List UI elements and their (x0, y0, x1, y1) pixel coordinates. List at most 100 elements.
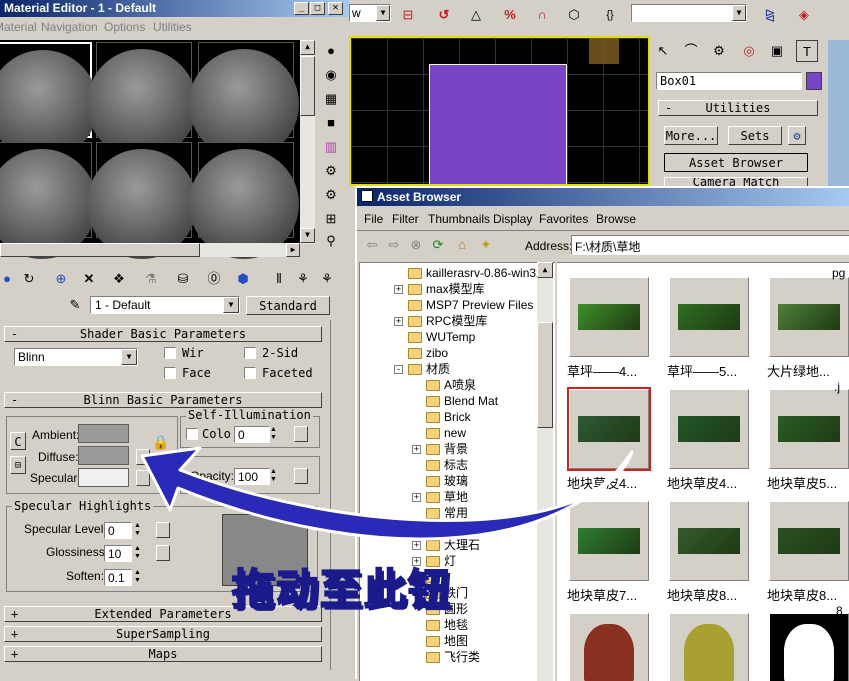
sample-slots-hscroll[interactable]: ▶ (0, 243, 300, 257)
backlight-icon[interactable]: ◉ (320, 64, 342, 86)
tree-item[interactable]: A喷泉 (426, 377, 476, 393)
configure-sets-icon[interactable]: ⚙ (788, 126, 806, 145)
utilities-tab-icon[interactable]: T (796, 40, 818, 62)
menu-browse[interactable]: Browse (596, 212, 636, 226)
faceted-checkbox[interactable] (244, 367, 256, 379)
chevron-down-icon[interactable]: ▼ (732, 5, 746, 21)
expand-icon[interactable]: + (412, 541, 421, 550)
edit-named-selection-icon[interactable]: {} (599, 4, 621, 26)
mirror-icon[interactable]: ⧎ (759, 4, 781, 26)
material-editor-title-bar[interactable]: Material Editor - 1 - Default _ □ ✕ (0, 0, 349, 17)
background-checker-icon[interactable]: ▦ (320, 88, 342, 110)
sample-uv-tiling-icon[interactable]: ■ (320, 112, 342, 134)
tree-item[interactable]: Blend Mat (426, 393, 498, 409)
asset-thumbnail[interactable] (769, 389, 849, 469)
tree-item[interactable]: zibo (408, 345, 448, 361)
asset-thumbnail[interactable] (669, 277, 749, 357)
specular-level-map-button[interactable] (156, 522, 170, 538)
tree-item[interactable]: + 背景 (412, 441, 468, 457)
sample-slot[interactable] (0, 42, 98, 160)
eyedropper-icon[interactable]: ✎ (64, 294, 86, 316)
asset-thumbnail[interactable] (769, 277, 849, 357)
sample-type-icon[interactable]: ● (320, 40, 342, 62)
chevron-down-icon[interactable]: ▼ (376, 5, 390, 21)
specular-map-button[interactable] (136, 470, 150, 486)
back-arrow-icon[interactable]: ⇦ (361, 234, 383, 256)
viewport-select-combo[interactable]: w ▼ (349, 4, 391, 22)
tree-item[interactable]: new (426, 425, 466, 441)
asset-thumbnail[interactable] (669, 501, 749, 581)
create-tab-icon[interactable]: ↖ (652, 40, 674, 62)
sample-slot[interactable] (87, 142, 197, 259)
named-selection-combo[interactable]: ▼ (631, 4, 747, 22)
forward-arrow-icon[interactable]: ⇨ (383, 234, 405, 256)
tree-item[interactable]: 玻璃 (426, 473, 468, 489)
viewport[interactable] (349, 36, 650, 186)
asset-thumbnail[interactable] (669, 389, 749, 469)
folder-tree-scrollbar[interactable]: ▲ (537, 262, 553, 681)
soften-field[interactable]: 0.1 (104, 569, 132, 586)
chevron-down-icon[interactable]: ▼ (121, 349, 137, 365)
tree-item[interactable]: 地图 (426, 633, 468, 649)
make-unique-icon[interactable]: ⚗ (140, 268, 162, 290)
self-illum-spinner[interactable]: ▲ ▼ (270, 426, 279, 443)
material-navigator-icon[interactable]: ⚲ (320, 230, 342, 252)
hierarchy-tab-icon[interactable]: ⚙ (708, 40, 730, 62)
home-icon[interactable]: ⌂ (451, 234, 473, 256)
motion-tab-icon[interactable]: ◎ (738, 40, 760, 62)
expand-icon[interactable]: + (412, 445, 421, 454)
specular-color-swatch[interactable] (78, 468, 129, 487)
maximize-button[interactable]: □ (310, 2, 325, 15)
sets-button[interactable]: Sets (728, 126, 782, 145)
sample-slot[interactable] (87, 42, 197, 159)
modify-tab-icon[interactable]: ⌒ (680, 40, 702, 62)
lock-ambient-diffuse-button[interactable]: C (10, 432, 26, 450)
tree-item[interactable]: 常用 (426, 505, 468, 521)
options-icon[interactable]: ⚙ (320, 184, 342, 206)
refresh-icon[interactable]: ⟳ (427, 234, 449, 256)
specular-level-spinner[interactable]: ▲ ▼ (134, 522, 143, 539)
display-tab-icon[interactable]: ▣ (766, 40, 788, 62)
expand-icon[interactable]: + (394, 317, 403, 326)
go-to-parent-icon[interactable]: ⚘ (292, 268, 314, 290)
self-illum-color-checkbox[interactable] (186, 428, 198, 440)
show-map-icon[interactable]: ⬢ (232, 268, 254, 290)
get-material-icon[interactable]: ● (0, 268, 18, 290)
shader-type-combo[interactable]: Blinn ▼ (14, 348, 138, 366)
sample-slot[interactable] (189, 42, 299, 159)
asset-thumbnail[interactable] (769, 501, 849, 581)
me-rollout-scrollbar[interactable] (330, 320, 344, 670)
go-forward-sibling-icon[interactable]: ⚘ (316, 268, 338, 290)
opacity-spinner[interactable]: ▲ ▼ (270, 468, 279, 485)
supersampling-rollout[interactable]: + SuperSampling (4, 626, 322, 642)
asset-thumbnail[interactable] (769, 613, 849, 681)
soften-spinner[interactable]: ▲ ▼ (134, 569, 143, 586)
maps-rollout[interactable]: + Maps (4, 646, 322, 662)
self-illum-map-button[interactable] (294, 426, 308, 442)
assign-to-selection-icon[interactable]: ⊕ (50, 268, 72, 290)
blinn-basic-rollout-header[interactable]: - Blinn Basic Parameters (4, 392, 322, 408)
opacity-map-button[interactable] (294, 468, 308, 484)
menu-file[interactable]: File (364, 212, 383, 226)
make-preview-icon[interactable]: ⚙ (320, 160, 342, 182)
tree-item[interactable]: Brick (426, 409, 471, 425)
sample-slots-vscroll[interactable]: ▲ ▼ (300, 40, 315, 244)
menu-material[interactable]: Material (0, 20, 37, 34)
tree-item[interactable]: MSP7 Preview Files (408, 297, 533, 313)
tree-item[interactable]: + max模型库 (394, 281, 485, 297)
asset-thumbnail[interactable] (569, 277, 649, 357)
self-illum-value-field[interactable]: 0 (234, 426, 270, 443)
wire-checkbox[interactable] (164, 347, 176, 359)
align-icon[interactable]: ◈ (793, 4, 815, 26)
chevron-down-icon[interactable]: ▼ (223, 297, 239, 313)
collapse-icon[interactable]: - (394, 365, 403, 374)
show-end-result-icon[interactable]: ⫴ (268, 268, 290, 290)
two-sided-checkbox[interactable] (244, 347, 256, 359)
menu-favorites[interactable]: Favorites (539, 212, 588, 226)
select-by-material-icon[interactable]: ⊞ (320, 208, 342, 230)
sample-slot[interactable] (189, 142, 299, 259)
tree-item[interactable]: 地毯 (426, 617, 468, 633)
menu-display[interactable]: Display (493, 212, 532, 226)
face-map-checkbox[interactable] (164, 367, 176, 379)
glossiness-field[interactable]: 10 (104, 545, 132, 562)
